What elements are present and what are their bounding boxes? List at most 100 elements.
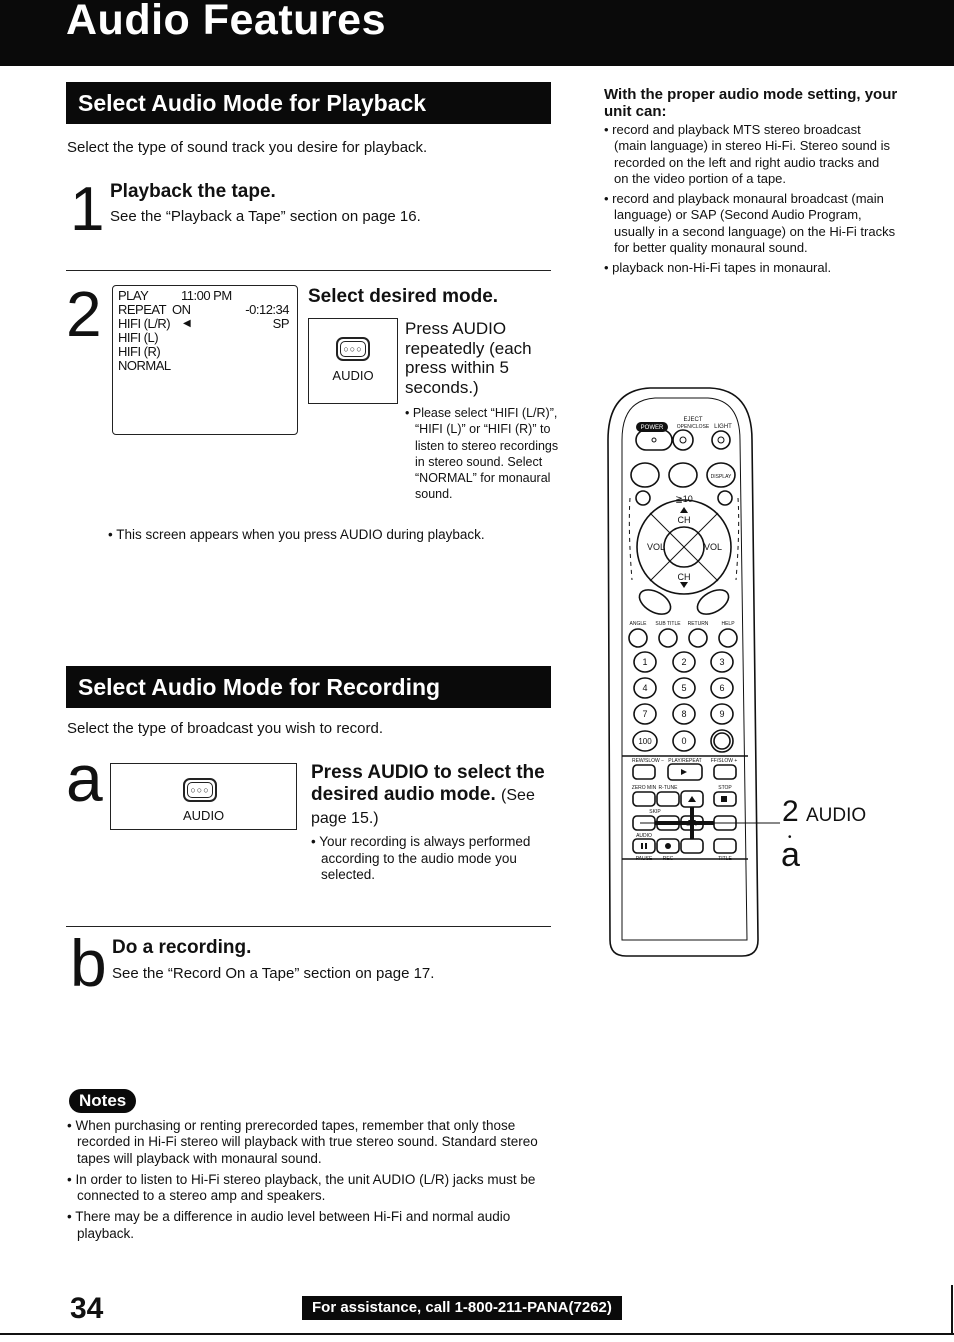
osd-hifi-l: HIFI (L) <box>118 330 159 345</box>
step2-instruction: Press AUDIO repeatedly (each press withi… <box>405 319 532 397</box>
osd-speed: SP <box>272 316 290 331</box>
digit-100: 100 <box>638 737 652 746</box>
note-item: • There may be a difference in audio lev… <box>67 1209 511 1241</box>
osd-repeat: REPEAT ON <box>118 302 191 317</box>
angle-label: ANGLE <box>630 621 648 627</box>
notes-list: • When purchasing or renting prerecorded… <box>67 1118 547 1242</box>
osd-normal: NORMAL <box>118 358 171 373</box>
ch-up-icon <box>680 507 688 513</box>
stop-label: STOP <box>718 785 732 791</box>
ch-down-icon <box>680 582 688 588</box>
step2-title: Select desired mode. <box>308 286 499 307</box>
title-bar: Audio Features <box>0 0 954 66</box>
openclose-label: OPEN/CLOSE <box>677 424 710 430</box>
vol-minus-label: VOL <box>647 542 665 552</box>
callout-step-number: 2 <box>782 795 799 828</box>
ge10-label: ≧10 <box>675 494 693 504</box>
rec-label: REC <box>663 856 674 862</box>
footer-rule <box>0 1333 954 1335</box>
playback-intro: Select the type of sound track you desir… <box>67 139 428 156</box>
help-label: HELP <box>721 621 735 627</box>
stepA-title: Press AUDIO to select the desired audio … <box>311 762 551 830</box>
note-text: When purchasing or renting prerecorded t… <box>75 1118 538 1166</box>
note-item: • In order to listen to Hi-Fi stereo pla… <box>67 1171 536 1204</box>
capability-item: • playback non-Hi-Fi tapes in monaural. <box>604 260 832 276</box>
digit-4: 4 <box>642 683 647 693</box>
digit-5: 5 <box>681 683 686 693</box>
step-number-1: 1 <box>70 175 105 244</box>
ff-slow-label: FF/SLOW + <box>711 758 738 764</box>
return-label: RETURN <box>688 621 709 627</box>
stop-icon <box>721 796 727 802</box>
osd-play: PLAY <box>118 288 149 303</box>
note-text: There may be a difference in audio level… <box>75 1209 511 1241</box>
audio-button-illustration: ○○○ AUDIO <box>308 318 398 404</box>
stepA-note: • Your recording is always performed acc… <box>311 834 531 882</box>
rec-icon <box>665 843 671 849</box>
audio-button-label: AUDIO <box>332 368 374 383</box>
page-number: 34 <box>70 1292 104 1325</box>
page-title: Audio Features <box>66 0 386 44</box>
osd-hifi-r: HIFI (R) <box>118 344 161 359</box>
capability-text: record and playback MTS stereo broadcast… <box>612 122 891 186</box>
capabilities-list: • record and playback MTS stereo broadca… <box>604 122 896 277</box>
capability-text: playback non-Hi-Fi tapes in monaural. <box>612 260 832 276</box>
play-icon <box>681 769 687 775</box>
digit-8: 8 <box>681 709 686 719</box>
step-letter-a: a <box>66 741 103 815</box>
display-label: DISPLAY <box>711 474 732 480</box>
vol-plus-label: VOL <box>704 542 722 552</box>
audio-button-illustration-rec: ○○○ AUDIO <box>110 763 297 830</box>
digit-2: 2 <box>681 657 686 667</box>
digit-3: 3 <box>719 657 724 667</box>
digit-6: 6 <box>719 683 724 693</box>
rew-slow-label: REW/SLOW − <box>632 758 664 764</box>
eject-label: EJECT <box>683 417 702 423</box>
pause-label: PAUSE <box>636 856 653 862</box>
divider <box>66 926 551 927</box>
stepA-note-text: Your recording is always performed accor… <box>319 834 531 882</box>
eject-icon <box>679 436 687 444</box>
power-icon <box>651 437 657 443</box>
section-heading-playback: Select Audio Mode for Playback <box>66 82 551 124</box>
step-number-2: 2 <box>66 278 102 350</box>
notes-badge: Notes <box>69 1089 137 1113</box>
light-label: LIGHT <box>714 424 732 430</box>
capability-text: record and playback monaural broadcast (… <box>612 191 896 256</box>
rtune-label: R-TUNE <box>659 785 679 791</box>
callout-audio-label: AUDIO <box>806 805 867 826</box>
stepB-text: See the “Record On a Tape” section on pa… <box>112 965 435 982</box>
light-icon <box>717 436 725 444</box>
audio-remote-label: AUDIO <box>636 833 652 839</box>
step1-title: Playback the tape. <box>110 181 276 202</box>
step2-note-text: Please select “HIFI (L/R)”, “HIFI (L)” o… <box>412 406 559 502</box>
audio-button-label: AUDIO <box>183 808 225 823</box>
power-label: POWER <box>641 425 664 431</box>
screen-note-text: This screen appears when you press AUDIO… <box>116 527 485 542</box>
divider <box>66 270 551 271</box>
osd-screen: PLAY 11:00 PM REPEAT ON -0:12:34 HIFI (L… <box>112 285 298 435</box>
audio-button-icon: ○○○ <box>336 337 370 361</box>
zero-min-label: ZERO MIN <box>632 785 657 791</box>
play-repeat-label: PLAY/REPEAT <box>668 758 701 764</box>
stepB-title: Do a recording. <box>112 937 252 958</box>
assistance-banner: For assistance, call 1-800-211-PANA(7262… <box>302 1296 622 1320</box>
ch-down-label: CH <box>678 572 691 582</box>
callout-step-letter: a <box>781 836 800 874</box>
digit-7: 7 <box>642 709 647 719</box>
capabilities-heading: With the proper audio mode setting, your… <box>604 86 898 120</box>
title-label: TITLE <box>718 856 732 862</box>
pause-icon <box>641 843 643 849</box>
capability-item: • record and playback monaural broadcast… <box>604 191 896 256</box>
digit-1: 1 <box>642 657 647 667</box>
page-edge <box>951 1285 953 1335</box>
note-text: In order to listen to Hi-Fi stereo playb… <box>75 1171 536 1204</box>
step1-text: See the “Playback a Tape” section on pag… <box>110 208 421 225</box>
step-letter-b: b <box>70 926 107 1000</box>
osd-counter: -0:12:34 <box>245 302 289 317</box>
osd-hifi-lr: HIFI (L/R) <box>118 316 171 331</box>
skip-label: SKIP <box>649 809 661 815</box>
capability-item: • record and playback MTS stereo broadca… <box>604 122 891 186</box>
osd-selector-arrow: ◀ <box>183 318 191 329</box>
recording-intro: Select the type of broadcast you wish to… <box>67 720 384 737</box>
